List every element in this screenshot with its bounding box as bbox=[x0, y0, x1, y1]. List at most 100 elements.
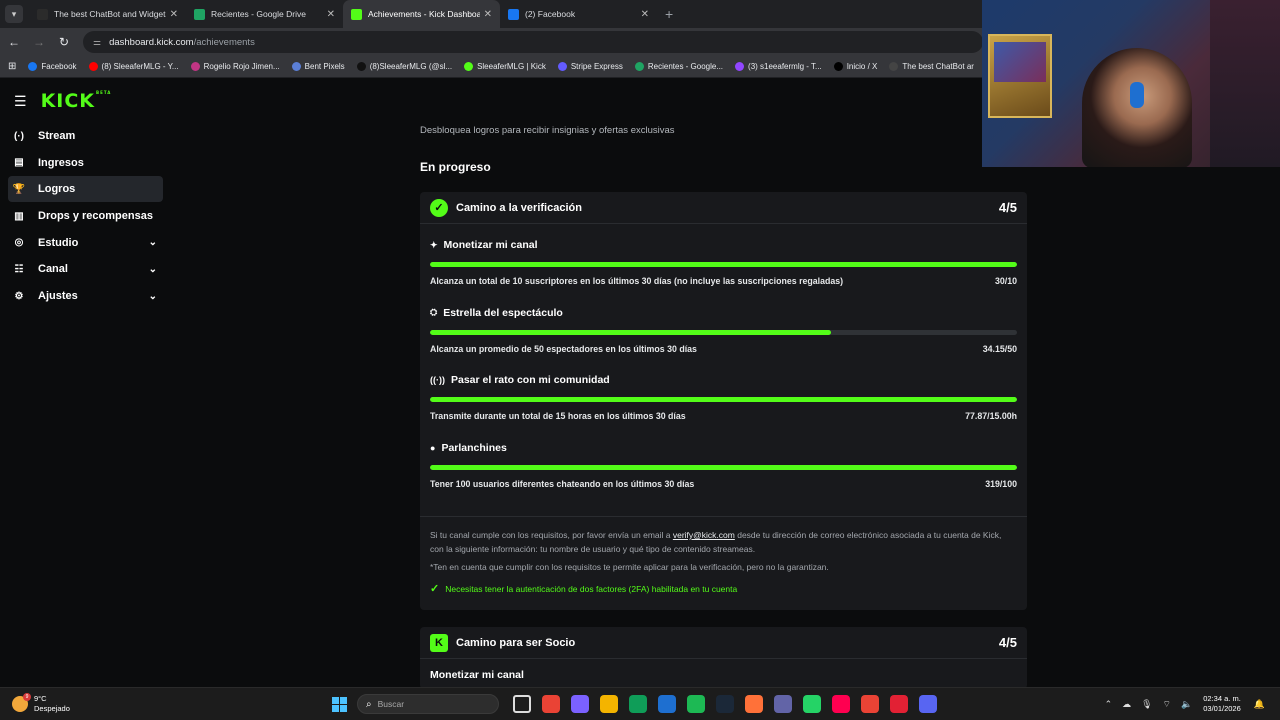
sidebar-item-stream[interactable]: (·) Stream bbox=[8, 123, 163, 149]
progress-bar bbox=[430, 464, 1017, 470]
browser-tab[interactable]: Recientes - Google Drive ✕ bbox=[186, 0, 343, 28]
task-description: Transmite durante un total de 15 horas e… bbox=[430, 411, 1017, 421]
bookmark-item[interactable]: Stripe Express bbox=[557, 62, 623, 71]
browser-tab[interactable]: (2) Facebook ✕ bbox=[500, 0, 657, 28]
card-count: 4/5 bbox=[998, 200, 1017, 215]
tab-search-button[interactable]: ▾ bbox=[5, 5, 23, 23]
browser-tab[interactable]: The best ChatBot and Widgets ✕ bbox=[29, 0, 186, 28]
bookmark-item[interactable]: (8) SleeaferMLG - Y... bbox=[88, 62, 179, 71]
taskbar-app-icon[interactable] bbox=[715, 695, 734, 713]
reload-icon[interactable]: ↻ bbox=[53, 35, 75, 49]
taskbar-app-icon[interactable] bbox=[889, 695, 908, 713]
weather-widget[interactable]: 9 9°C Despejado bbox=[12, 693, 332, 714]
verify-email-link[interactable]: verify@kick.com bbox=[673, 530, 735, 540]
taskbar-app-icon[interactable] bbox=[570, 695, 589, 713]
forward-icon[interactable]: → bbox=[28, 35, 50, 49]
bookmark-item[interactable]: (8)SleeaferMLG (@sl... bbox=[356, 62, 452, 71]
sidebar-item-logros[interactable]: 🏆 Logros bbox=[8, 176, 163, 203]
progress-bar bbox=[430, 397, 1017, 402]
search-icon: ⌕ bbox=[366, 698, 372, 710]
chevron-down-icon[interactable]: ⌄ bbox=[149, 291, 157, 302]
bookmark-item[interactable]: (3) s1eeafermlg - T... bbox=[735, 62, 822, 71]
tab-favicon-icon bbox=[37, 8, 48, 20]
taskbar-app-icon[interactable] bbox=[512, 695, 531, 713]
weather-temp: 9°C bbox=[34, 694, 47, 703]
sidebar-item-label: Logros bbox=[38, 183, 76, 196]
sidebar-item-label: Stream bbox=[38, 130, 76, 142]
clock[interactable]: 02:34 a. m. 03/01/2026 bbox=[1203, 694, 1241, 714]
apps-icon[interactable]: ⊞ bbox=[8, 61, 16, 72]
section-title: En progreso bbox=[420, 160, 491, 174]
tab-title: (2) Facebook bbox=[525, 9, 576, 19]
taskbar-app-icon[interactable] bbox=[686, 695, 705, 713]
url-input[interactable]: ⚌ dashboard.kick.com/achievements bbox=[83, 31, 983, 53]
taskbar-app-icon[interactable] bbox=[657, 695, 676, 713]
close-tab-icon[interactable]: ✕ bbox=[327, 9, 335, 20]
sidebar-item-ajustes[interactable]: ⚙ Ajustes ⌄ bbox=[8, 283, 163, 309]
bookmark-item[interactable]: Bent Pixels bbox=[291, 62, 345, 71]
bookmark-favicon-icon bbox=[464, 62, 474, 71]
close-tab-icon[interactable]: ✕ bbox=[641, 9, 649, 20]
sidebar-item-ingresos[interactable]: ▤ Ingresos bbox=[8, 150, 163, 176]
taskbar-app-icon[interactable] bbox=[744, 695, 763, 713]
webcam-overlay bbox=[982, 0, 1280, 167]
back-icon[interactable]: ← bbox=[3, 35, 25, 49]
chevron-down-icon[interactable]: ⌄ bbox=[149, 264, 157, 275]
bookmark-item[interactable]: Rogelio Rojo Jimen... bbox=[190, 62, 280, 71]
logros-icon: 🏆 bbox=[12, 183, 26, 195]
taskbar-app-icon[interactable] bbox=[918, 695, 937, 713]
progress-fill bbox=[430, 262, 1017, 267]
bookmark-item[interactable]: Facebook bbox=[28, 62, 77, 71]
taskbar-app-icon[interactable] bbox=[773, 695, 792, 713]
bookmark-item[interactable]: SleeaferMLG | Kick bbox=[464, 62, 546, 71]
sidebar-item-label: Drops y recompensas bbox=[38, 210, 153, 223]
mic-icon[interactable]: 🎙 bbox=[1141, 699, 1152, 710]
bookmark-favicon-icon bbox=[190, 62, 200, 71]
task-value: 77.87/15.00h bbox=[965, 411, 1017, 421]
volume-icon[interactable]: 🔈 bbox=[1181, 699, 1192, 710]
task-value: 319/100 bbox=[985, 478, 1017, 489]
bookmark-item[interactable]: Inicio / X bbox=[833, 62, 877, 71]
browser-tab[interactable]: Achievements - Kick Dashboard ✕ bbox=[343, 0, 500, 28]
card-header[interactable]: ✓ Camino a la verificación 4/5 bbox=[420, 192, 1027, 224]
taskbar-app-icon[interactable] bbox=[802, 695, 821, 713]
task-value: 30/10 bbox=[994, 276, 1017, 286]
taskbar-search[interactable]: ⌕ Buscar bbox=[357, 694, 499, 714]
card-count: 4/5 bbox=[998, 635, 1017, 650]
sidebar-item-canal[interactable]: ☷ Canal ⌄ bbox=[8, 256, 163, 282]
windows-start-icon[interactable] bbox=[332, 696, 347, 712]
new-tab-button[interactable]: + bbox=[665, 6, 673, 22]
bookmark-favicon-icon bbox=[291, 62, 301, 71]
system-tray: ⌃ ☁ 🎙 ⌔ 🔈 02:34 a. m. 03/01/2026 🔔 bbox=[1100, 694, 1270, 714]
taskbar-app-icon[interactable] bbox=[831, 695, 850, 713]
menu-icon[interactable]: ☰ bbox=[14, 93, 27, 110]
weather-status: Despejado bbox=[34, 704, 70, 713]
shelf bbox=[1210, 0, 1280, 167]
close-tab-icon[interactable]: ✕ bbox=[170, 9, 178, 20]
kick-logo[interactable]: KICKBETA bbox=[41, 90, 112, 112]
taskbar-app-icon[interactable] bbox=[860, 695, 879, 713]
notification-icon[interactable]: 🔔 bbox=[1254, 699, 1265, 710]
chevron-up-icon[interactable]: ⌃ bbox=[1105, 699, 1113, 710]
sidebar-item-label: Estudio bbox=[38, 236, 79, 249]
chevron-down-icon[interactable]: ⌄ bbox=[149, 237, 157, 248]
wifi-icon[interactable]: ⌔ bbox=[1163, 699, 1171, 710]
card-header[interactable]: K Camino para ser Socio 4/5 bbox=[420, 627, 1027, 659]
bookmark-item[interactable]: The best ChatBot ar bbox=[889, 62, 974, 71]
sidebar-item-estudio[interactable]: ◎ Estudio ⌄ bbox=[8, 230, 163, 256]
close-tab-icon[interactable]: ✕ bbox=[484, 9, 492, 20]
sidebar-item-label: Ingresos bbox=[38, 156, 84, 169]
taskbar-app-icon[interactable] bbox=[599, 695, 618, 713]
check-icon: ✓ bbox=[430, 583, 440, 595]
tab-title: Recientes - Google Drive bbox=[211, 9, 306, 19]
bookmark-favicon-icon bbox=[28, 62, 38, 71]
taskbar-app-icon[interactable] bbox=[541, 695, 560, 713]
sidebar: ☰ KICKBETA (·) Stream ▤ Ingresos 🏆 Logro… bbox=[0, 79, 172, 687]
cloud-icon[interactable]: ☁ bbox=[1122, 699, 1131, 710]
taskbar-app-icon[interactable] bbox=[628, 695, 647, 713]
site-info-icon[interactable]: ⚌ bbox=[93, 37, 101, 48]
bookmark-item[interactable]: Recientes - Google... bbox=[634, 62, 723, 71]
ajustes-icon: ⚙ bbox=[14, 290, 24, 302]
verified-badge-icon: ✓ bbox=[430, 198, 448, 217]
sidebar-item-drops[interactable]: ▥ Drops y recompensas bbox=[8, 203, 163, 229]
